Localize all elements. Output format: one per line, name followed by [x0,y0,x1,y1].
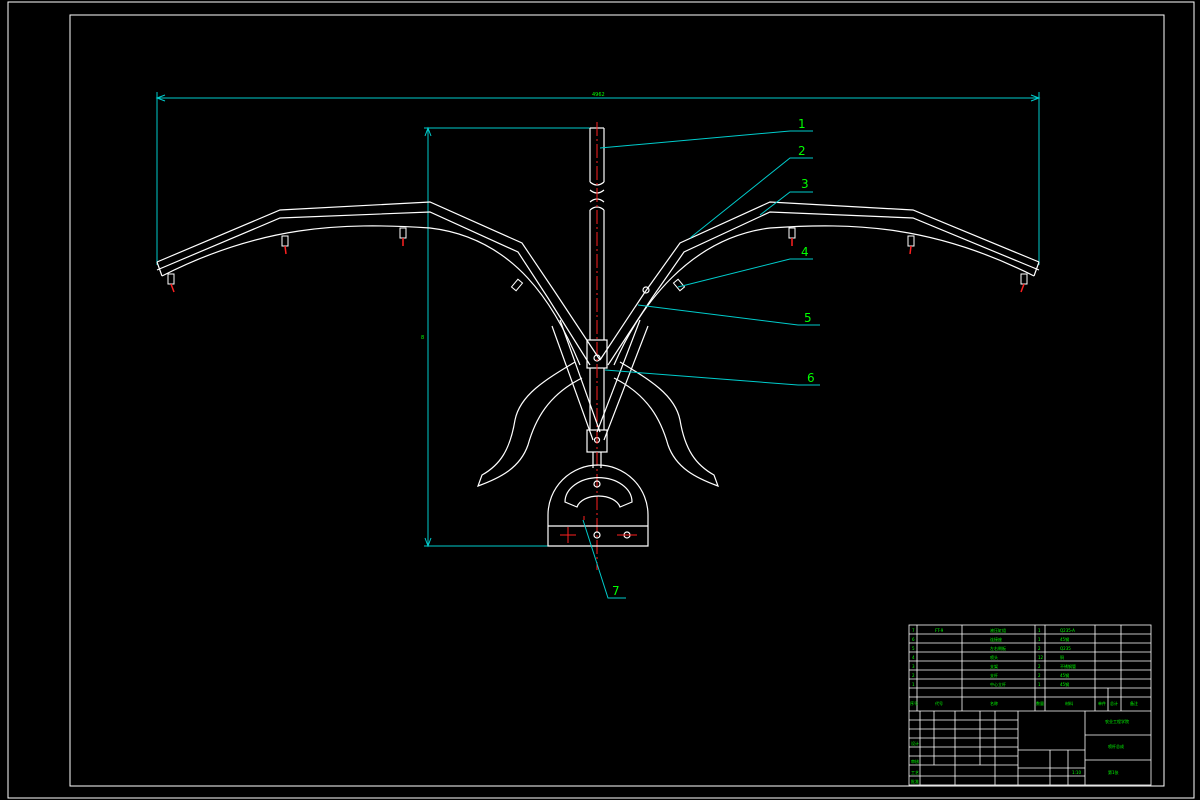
svg-text:铜: 铜 [1060,654,1064,660]
svg-text:2: 2 [1038,673,1041,678]
svg-text:喷头: 喷头 [990,654,998,660]
leader-lines [582,130,820,599]
svg-text:Q235: Q235 [1060,646,1071,651]
svg-text:单件: 单件 [1098,700,1106,706]
title-block-text: 农业工程学院 喷杆总成 第1张 1:10 设计 审核 工艺 批准 [911,718,1129,784]
part-label-5: 5 [804,311,812,325]
part-label-1: 1 [798,117,806,131]
svg-text:代号: 代号 [935,700,943,706]
svg-text:喷杆总成: 喷杆总成 [1108,743,1124,749]
svg-text:1: 1 [1038,628,1041,633]
height-dimension-text: 8 [421,335,424,341]
svg-text:备注: 备注 [1130,700,1138,706]
svg-text:3: 3 [912,664,915,669]
svg-text:材料: 材料 [1065,700,1073,706]
right-boom [596,201,1040,488]
svg-text:中心立杆: 中心立杆 [990,681,1006,687]
width-dimension [155,92,1041,265]
svg-text:总计: 总计 [1110,700,1118,706]
svg-text:液压缸组: 液压缸组 [990,627,1006,633]
cad-drawing: 4962 8 1 2 3 4 5 6 7 7 FT-9 液压缸组 1 Q235-… [7,1,1195,799]
left-boom [156,201,601,488]
part-label-2: 2 [798,144,806,158]
svg-text:数量: 数量 [1036,700,1044,706]
svg-text:1: 1 [1038,637,1041,642]
bom-rows: 7 FT-9 液压缸组 1 Q235-A 6 连接座 1 45钢 5 左右侧板 … [912,627,1076,687]
svg-text:45钢: 45钢 [1060,636,1069,642]
svg-text:设计: 设计 [911,740,919,746]
svg-text:Q235-A: Q235-A [1060,628,1075,633]
svg-text:名称: 名称 [990,700,998,706]
svg-text:2: 2 [1038,646,1041,651]
svg-text:2: 2 [912,673,915,678]
svg-text:1:10: 1:10 [1072,770,1081,775]
svg-text:农业工程学院: 农业工程学院 [1105,718,1129,724]
svg-text:FT-9: FT-9 [935,628,944,633]
base-mount [547,464,649,547]
svg-text:1: 1 [1038,682,1041,687]
part-label-6: 6 [807,371,815,385]
svg-text:2: 2 [1038,664,1041,669]
svg-text:批准: 批准 [911,778,919,784]
svg-text:第1张: 第1张 [1108,769,1119,775]
svg-text:7: 7 [912,628,915,633]
svg-text:45钢: 45钢 [1060,672,1069,678]
base-marks [560,516,637,543]
svg-text:支杆: 支杆 [990,672,998,678]
svg-text:连接座: 连接座 [990,636,1002,642]
svg-text:4: 4 [912,655,915,660]
svg-text:工艺: 工艺 [911,770,919,775]
svg-text:12: 12 [1038,655,1044,660]
width-dimension-text: 4962 [592,92,605,98]
svg-text:1: 1 [912,682,915,687]
part-label-7: 7 [612,584,620,598]
bom-header: 序号 代号 名称 数量 材料 单件 总计 备注 [910,700,1138,706]
svg-text:序号: 序号 [910,700,918,706]
part-label-3: 3 [801,177,809,191]
svg-text:支架: 支架 [990,663,998,669]
svg-text:不锈钢管: 不锈钢管 [1060,663,1076,669]
svg-text:左右侧板: 左右侧板 [990,645,1006,651]
svg-text:45钢: 45钢 [1060,681,1069,687]
part-label-4: 4 [801,245,809,259]
svg-text:6: 6 [912,637,915,642]
svg-text:5: 5 [912,646,915,651]
svg-text:审核: 审核 [911,758,919,764]
